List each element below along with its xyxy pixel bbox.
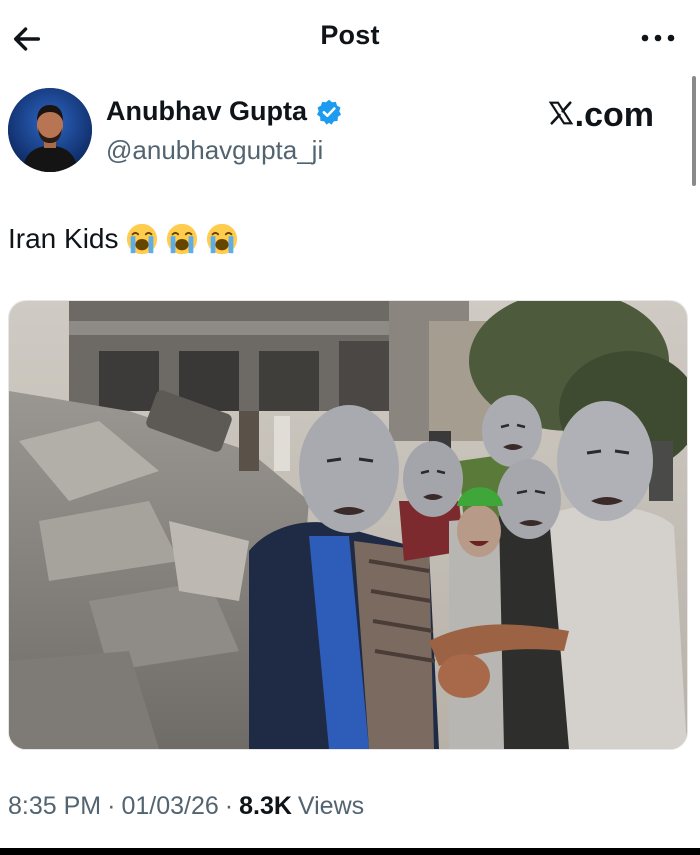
post-date[interactable]: 01/03/26 [121,792,218,821]
x-com-logo: .com [548,96,654,135]
meta-separator: · [224,792,234,820]
views-count[interactable]: 8.3K [239,792,292,821]
author-name-text: Anubhav Gupta [106,96,307,126]
post-meta: 8:35 PM · 01/03/26 · 8.3K Views [8,792,364,821]
more-options-button[interactable] [636,26,680,50]
verified-badge-icon [316,99,342,125]
post-author: Anubhav Gupta @anubhavgupta_ji .com [8,88,678,180]
meta-separator: · [107,792,116,820]
post-text-content: Iran Kids [8,223,119,254]
avatar-image [8,88,92,172]
scrollbar[interactable] [692,76,696,186]
loudly-crying-face-icon [126,223,157,255]
loudly-crying-face-icon [166,223,197,255]
x-logo-icon [548,101,573,125]
author-handle[interactable]: @anubhavgupta_ji [106,135,323,166]
photo-image [9,301,687,749]
post-time[interactable]: 8:35 PM [8,792,101,821]
author-name[interactable]: Anubhav Gupta [106,96,343,127]
top-bar: Post [0,0,700,78]
post-media-image[interactable] [8,300,688,750]
bottom-divider [0,848,700,855]
post-text: Iran Kids [8,222,239,256]
page-title: Post [320,20,380,50]
more-horizontal-icon [641,34,675,42]
loudly-crying-face-icon [206,223,237,255]
x-logo-text: .com [574,96,654,134]
views-label: Views [297,792,365,820]
avatar[interactable] [8,88,92,172]
